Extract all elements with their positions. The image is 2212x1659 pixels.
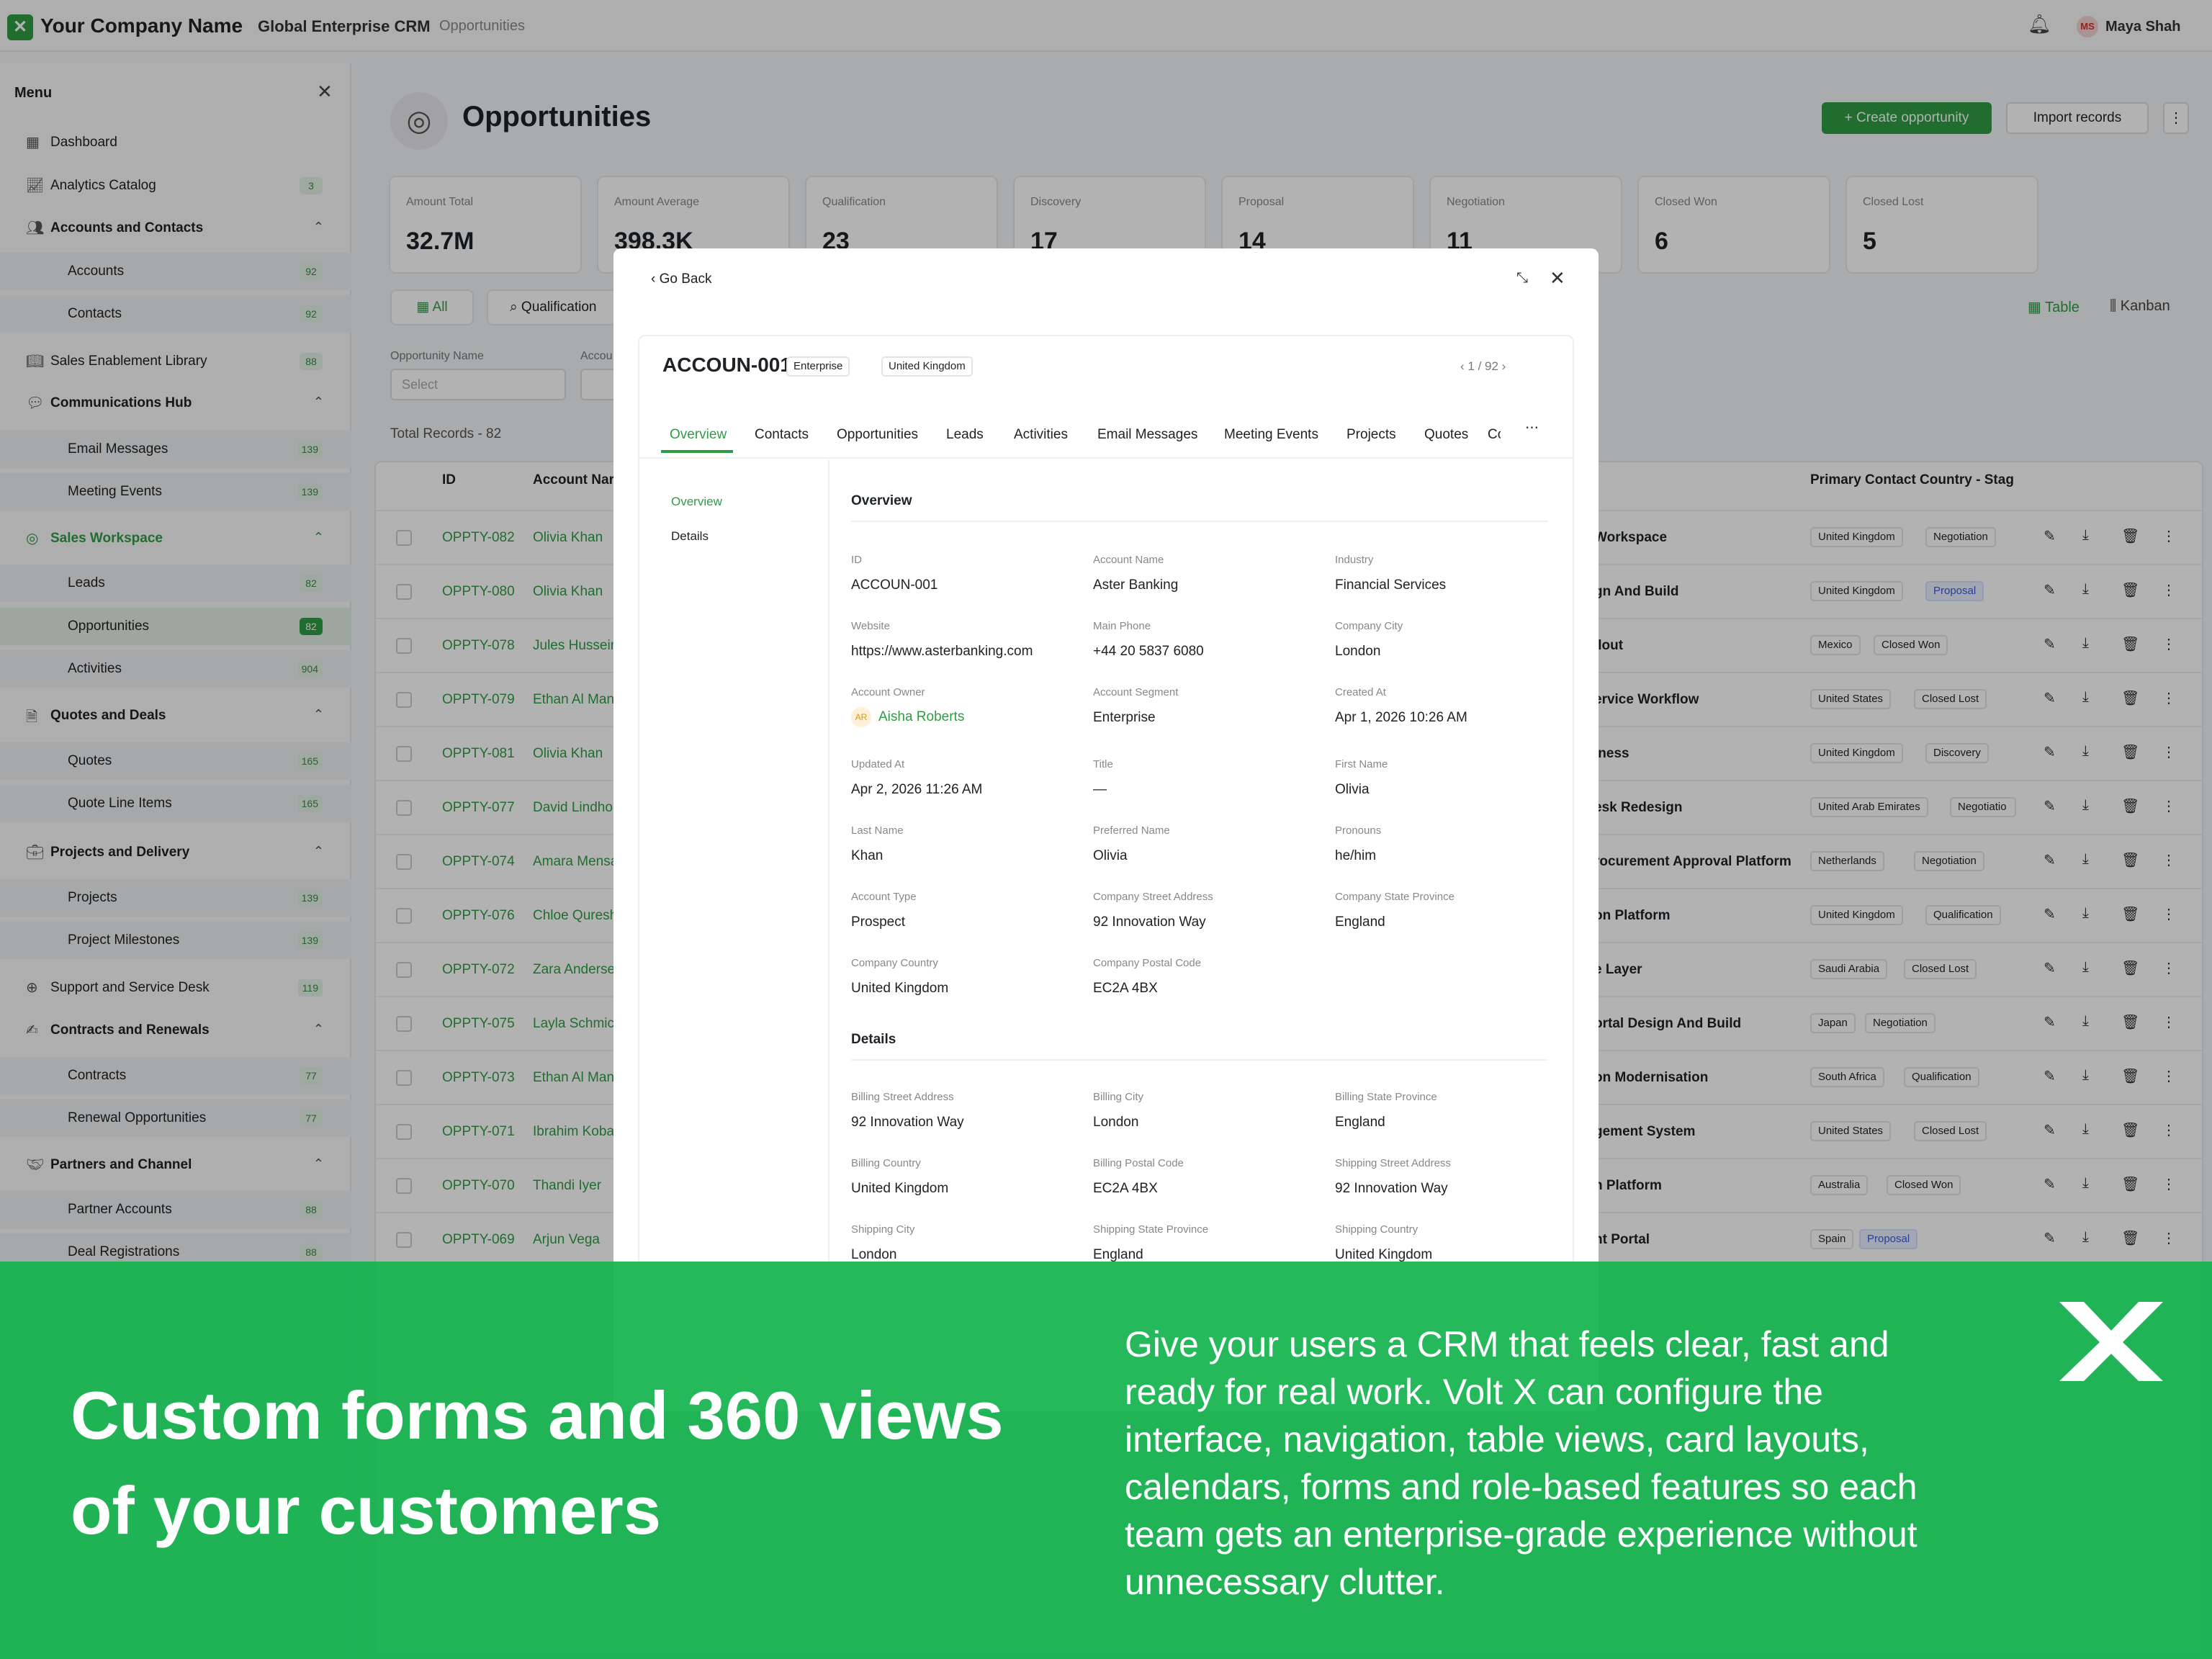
go-back-button[interactable]: ‹ Go Back (651, 271, 711, 287)
field-preferred-name: Preferred Name Olivia (1093, 824, 1170, 863)
tab-more[interactable]: Co (1488, 427, 1501, 443)
tab-activities[interactable]: Activities (1014, 427, 1068, 443)
details-section-title: Details (851, 1032, 896, 1047)
field-account-name: Account Name Aster Banking (1093, 554, 1179, 593)
field-billing-postal-code: Billing Postal Code EC2A 4BX (1093, 1157, 1184, 1196)
field-shipping-city: Shipping City London (851, 1223, 915, 1262)
field-company-postal-code: Company Postal Code EC2A 4BX (1093, 957, 1202, 996)
field-created-at: Created At Apr 1, 2026 10:26 AM (1335, 686, 1467, 725)
field-id: ID ACCOUN-001 (851, 554, 938, 593)
field-main-phone: Main Phone +44 20 5837 6080 (1093, 620, 1204, 659)
banner-headline: Custom forms and 360 views of your custom… (71, 1377, 1004, 1548)
tab-projects[interactable]: Projects (1346, 427, 1396, 443)
account-card: ACCOUN-001 Enterprise United Kingdom ‹ 1… (638, 335, 1574, 1413)
chevron-right-icon[interactable]: › (1498, 359, 1506, 373)
tab-meeting-events[interactable]: Meeting Events (1224, 427, 1318, 443)
field-shipping-country: Shipping Country United Kingdom (1335, 1223, 1433, 1262)
tab-opportunities[interactable]: Opportunities (837, 427, 918, 443)
field-last-name: Last Name Khan (851, 824, 904, 863)
field-account-type: Account Type Prospect (851, 891, 917, 930)
field-account-segment: Account Segment Enterprise (1093, 686, 1179, 725)
field-website: Website https://www.asterbanking.com (851, 620, 1033, 659)
tab-leads[interactable]: Leads (946, 427, 984, 443)
avatar: AR (851, 707, 871, 727)
tab-overview[interactable]: Overview (670, 427, 727, 443)
volt-x-logo-icon (2059, 1302, 2163, 1381)
account-detail-modal: ‹ Go Back ⤡ ✕ ACCOUN-001 Enterprise Unit… (613, 248, 1599, 1413)
more-tabs-icon[interactable]: ⋯ (1525, 420, 1539, 436)
field-billing-city: Billing City London (1093, 1091, 1144, 1130)
field-pronouns: Pronouns he/him (1335, 824, 1382, 863)
field-billing-state: Billing State Province England (1335, 1091, 1437, 1130)
field-billing-street: Billing Street Address 92 Innovation Way (851, 1091, 964, 1130)
segment-chip: Enterprise (786, 356, 850, 377)
tab-email-messages[interactable]: Email Messages (1097, 427, 1197, 443)
banner-body: Give your users a CRM that feels clear, … (1125, 1324, 1917, 1602)
marketing-banner: Custom forms and 360 views of your custom… (0, 1262, 2212, 1659)
section-nav-details[interactable]: Details (671, 529, 709, 544)
field-company-state: Company State Province England (1335, 891, 1455, 930)
field-shipping-street: Shipping Street Address 92 Innovation Way (1335, 1157, 1451, 1196)
field-billing-country: Billing Country United Kingdom (851, 1157, 949, 1196)
section-nav-overview[interactable]: Overview (671, 495, 722, 509)
field-updated-at: Updated At Apr 2, 2026 11:26 AM (851, 758, 983, 797)
close-icon[interactable]: ✕ (1550, 267, 1565, 289)
tab-quotes[interactable]: Quotes (1424, 427, 1468, 443)
chevron-left-icon[interactable]: ‹ (1460, 359, 1467, 373)
divider (851, 1059, 1548, 1061)
field-shipping-state: Shipping State Province England (1093, 1223, 1209, 1262)
expand-icon[interactable]: ⤡ (1516, 270, 1528, 287)
record-pager[interactable]: ‹ 1 / 92 › (1460, 359, 1506, 374)
divider (639, 457, 1573, 459)
field-title: Title — (1093, 758, 1113, 797)
field-industry: Industry Financial Services (1335, 554, 1447, 593)
field-first-name: First Name Olivia (1335, 758, 1388, 797)
account-id-title: ACCOUN-001 (662, 354, 791, 376)
field-company-country: Company Country United Kingdom (851, 957, 949, 996)
divider (851, 521, 1548, 522)
country-chip: United Kingdom (881, 356, 973, 377)
field-account-owner: Account Owner AR Aisha Roberts (851, 686, 964, 727)
tab-contacts[interactable]: Contacts (755, 427, 809, 443)
field-company-street: Company Street Address 92 Innovation Way (1093, 891, 1213, 930)
overview-section-title: Overview (851, 493, 912, 508)
active-tab-indicator (661, 450, 733, 453)
field-company-city: Company City London (1335, 620, 1403, 659)
chevron-left-icon: ‹ (651, 271, 660, 287)
